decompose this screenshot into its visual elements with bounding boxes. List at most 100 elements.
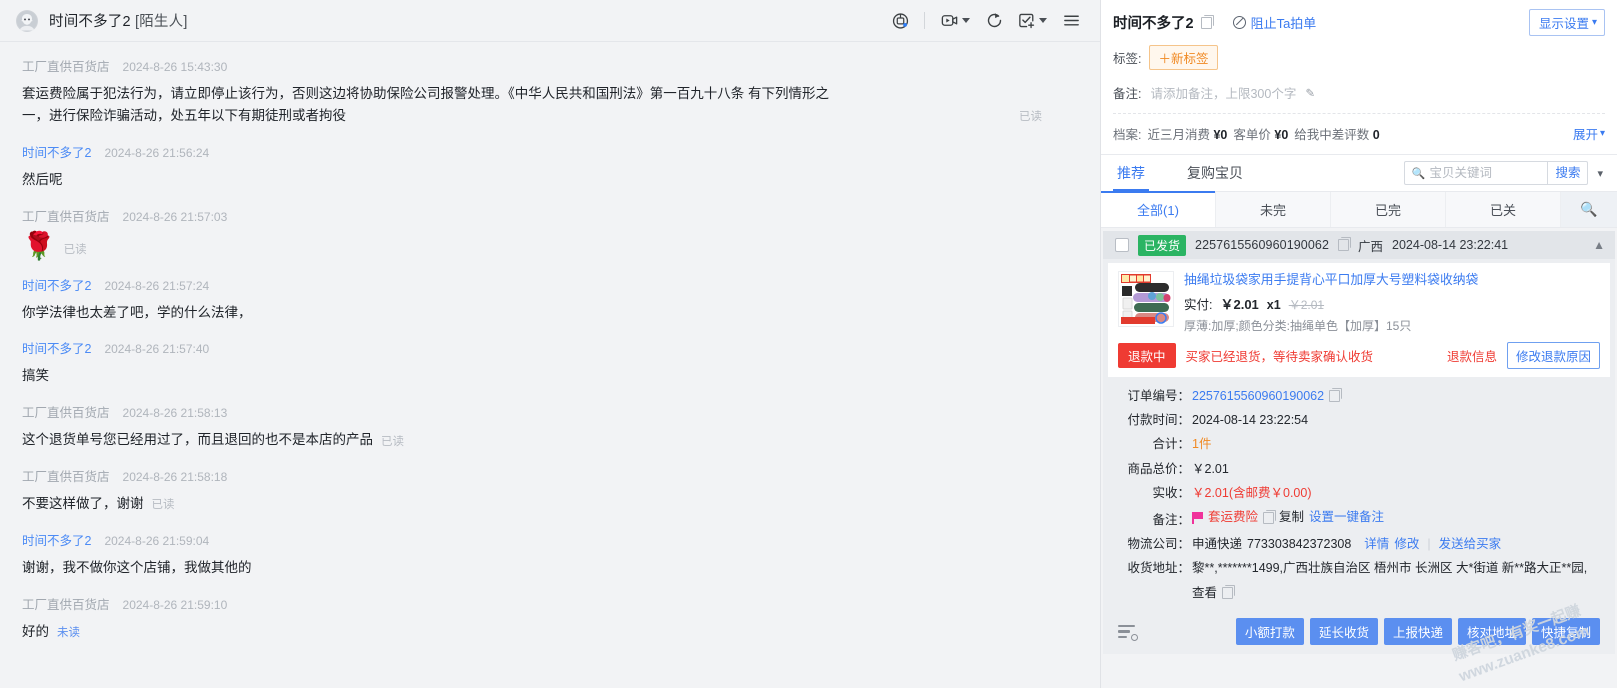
order-status-tabs[interactable]: 全部(1) 未完 已完 已关 🔍 (1101, 191, 1617, 228)
task-add-group[interactable] (1011, 6, 1054, 36)
detail-key: 收货地址 (1118, 556, 1190, 580)
order-action-buttons[interactable]: 小额打款 延长收货 上报快递 核对地址 快捷复制 (1235, 618, 1600, 646)
primary-tabs[interactable]: 推荐复购宝贝 🔍 搜索 ▾ (1101, 154, 1617, 192)
message-sender[interactable]: 时间不多了2 (22, 275, 91, 294)
search-input[interactable] (1429, 166, 1548, 180)
user-avatar-icon (16, 9, 38, 32)
message-sender[interactable]: 时间不多了2 (22, 142, 91, 161)
display-settings-label: 显示设置 (1538, 17, 1589, 31)
detail-value: ￥2.01 (1192, 461, 1229, 476)
note-label: 备注: (1113, 87, 1142, 101)
divider: | (1427, 536, 1431, 551)
message-time: 2024-8-26 21:58:13 (122, 406, 228, 421)
chat-pane: 时间不多了2 [陌生人] 工厂直供百货店 2024-8-26 15:43:30 … (0, 0, 1100, 688)
chevron-down-icon[interactable] (1039, 18, 1047, 23)
message-body: 这个退货单号您已经用过了，而且退回的也不是本店的产品 已读 (22, 429, 1078, 451)
robot-assistant-icon[interactable] (885, 6, 915, 36)
order-search-icon[interactable]: 🔍 (1561, 192, 1617, 227)
remark-copy-label[interactable]: 复制 (1279, 505, 1304, 529)
display-settings-button[interactable]: 显示设置 ▾ (1528, 9, 1605, 36)
task-add-icon[interactable] (1011, 6, 1041, 36)
message-time: 2024-8-26 15:43:30 (122, 60, 228, 74)
copy-icon[interactable] (1338, 237, 1352, 251)
order-card: 已发货 2257615560960190062 广西 2024-08-14 23… (1103, 231, 1615, 655)
message-body: 🌹 已读 (22, 232, 1078, 260)
order-action-button[interactable]: 小额打款 (1235, 618, 1304, 646)
copy-icon[interactable] (1200, 14, 1214, 29)
message-body: 搞笑 (22, 365, 1078, 387)
chevron-down-icon: ▾ (1599, 127, 1605, 139)
block-order-label: 阻止Ta拍单 (1250, 16, 1317, 31)
view-address-link[interactable]: 查看 (1192, 581, 1217, 605)
modify-refund-reason-button[interactable]: 修改退款原因 (1506, 341, 1600, 369)
order-status-tab[interactable]: 未完 (1216, 192, 1331, 227)
order-action-button[interactable]: 快捷复制 (1531, 618, 1600, 646)
detail-key: 付款时间 (1118, 408, 1190, 432)
message-text: 你学法律也太差了吧，学的什么法律， (22, 304, 252, 320)
message-sender[interactable]: 时间不多了2 (22, 530, 91, 549)
order-checkbox[interactable] (1115, 238, 1129, 252)
message-list[interactable]: 工厂直供百货店 2024-8-26 15:43:30 套运费险属于犯法行为，请立即停… (0, 42, 1100, 688)
message-item: 时间不多了2 2024-8-26 21:59:04 谢谢，我不做你这个店铺，我做其他… (0, 530, 1100, 579)
archive-avg-label: 客单价 (1233, 128, 1271, 142)
note-input[interactable]: 请添加备注，上限300个字 (1150, 83, 1296, 102)
detail-key: 备注 (1118, 508, 1190, 532)
logistics-detail-link[interactable]: 详情 (1364, 532, 1389, 556)
detail-value: 查看 (1192, 581, 1236, 605)
product-price-line: 实付: ￥2.01 x1 ￥2.01 (1184, 294, 1600, 313)
copy-icon[interactable] (1329, 387, 1343, 402)
logistics-company: 申通快递 (1192, 536, 1243, 551)
set-quick-remark-link[interactable]: 设置一键备注 (1309, 505, 1384, 529)
message-time: 2024-8-26 21:58:18 (122, 470, 228, 485)
pencil-icon[interactable]: ✎ (1305, 86, 1315, 100)
chevron-down-icon[interactable] (962, 18, 970, 23)
message-meta: 时间不多了2 2024-8-26 21:56:24 (22, 142, 1078, 161)
send-to-buyer-link[interactable]: 发送给买家 (1439, 532, 1502, 556)
refund-info-link[interactable]: 退款信息 (1447, 346, 1497, 365)
message-text: 然后呢 (22, 171, 63, 187)
panel-header: 时间不多了2 阻止Ta拍单 显示设置 ▾ 标签: ＋新标签 备注: 请添加备注，… (1101, 0, 1617, 154)
message-text: 谢谢，我不做你这个店铺，我做其他的 (22, 560, 252, 576)
order-status-tab[interactable]: 已关 (1446, 192, 1561, 227)
product-search-box[interactable]: 🔍 搜索 (1403, 161, 1589, 185)
filter-settings-icon[interactable] (1118, 624, 1138, 641)
message-item: 工厂直供百货店 2024-8-26 15:43:30 套运费险属于犯法行为，请立即停… (0, 56, 1100, 127)
order-action-button[interactable]: 上报快递 (1383, 618, 1452, 646)
chevron-down-icon[interactable]: ▾ (1597, 167, 1603, 180)
logistics-modify-link[interactable]: 修改 (1394, 532, 1419, 556)
order-status-tab[interactable]: 全部(1) (1101, 191, 1216, 227)
detail-value: 2257615560960190062 (1192, 384, 1343, 408)
order-status-tab[interactable]: 已完 (1331, 192, 1446, 227)
search-button[interactable]: 搜索 (1547, 162, 1587, 184)
product-thumbnail[interactable] (1118, 271, 1174, 327)
video-call-icon[interactable] (934, 6, 964, 36)
order-action-button[interactable]: 延长收货 (1309, 618, 1378, 646)
message-time: 2024-8-26 21:59:10 (122, 597, 228, 612)
order-number-link[interactable]: 2257615560960190062 (1192, 384, 1324, 408)
message-meta: 工厂直供百货店 2024-8-26 21:59:10 (22, 594, 1078, 613)
message-meta: 工厂直供百货店 2024-8-26 15:43:30 (22, 56, 1078, 75)
product-title[interactable]: 抽绳垃圾袋家用手提背心平口加厚大号塑料袋收纳袋 (1184, 271, 1600, 290)
video-call-group[interactable] (934, 6, 977, 36)
ban-icon (1232, 16, 1246, 29)
message-meta: 时间不多了2 2024-8-26 21:57:40 (22, 338, 1078, 357)
copy-icon[interactable] (1263, 509, 1277, 524)
chevron-up-icon[interactable]: ▲ (1593, 238, 1605, 252)
primary-tab[interactable]: 复购宝贝 (1183, 155, 1247, 191)
message-item: 工厂直供百货店 2024-8-26 21:58:13 这个退货单号您已经用过了，而且… (0, 402, 1100, 451)
order-action-button[interactable]: 核对地址 (1457, 618, 1526, 646)
message-body: 你学法律也太差了吧，学的什么法律， (22, 302, 1078, 324)
expand-archive-label: 展开 (1572, 128, 1598, 142)
expand-archive-link[interactable]: 展开 ▾ (1573, 124, 1605, 143)
product-row: 抽绳垃圾袋家用手提背心平口加厚大号塑料袋收纳袋 实付: ￥2.01 x1 ￥2.… (1118, 271, 1600, 334)
refresh-icon[interactable] (979, 6, 1009, 36)
copy-icon[interactable] (1222, 584, 1236, 599)
message-sender[interactable]: 时间不多了2 (22, 338, 91, 357)
primary-tab[interactable]: 推荐 (1113, 155, 1149, 191)
order-list[interactable]: 已发货 2257615560960190062 广西 2024-08-14 23… (1101, 228, 1617, 688)
message-item: 工厂直供百货店 2024-8-26 21:59:10 好的 未读 (0, 594, 1100, 643)
block-order-link[interactable]: 阻止Ta拍单 (1232, 13, 1317, 32)
menu-icon[interactable] (1056, 6, 1086, 36)
add-tag-button[interactable]: ＋新标签 (1149, 45, 1218, 70)
message-read-status: 未读 (57, 627, 80, 640)
